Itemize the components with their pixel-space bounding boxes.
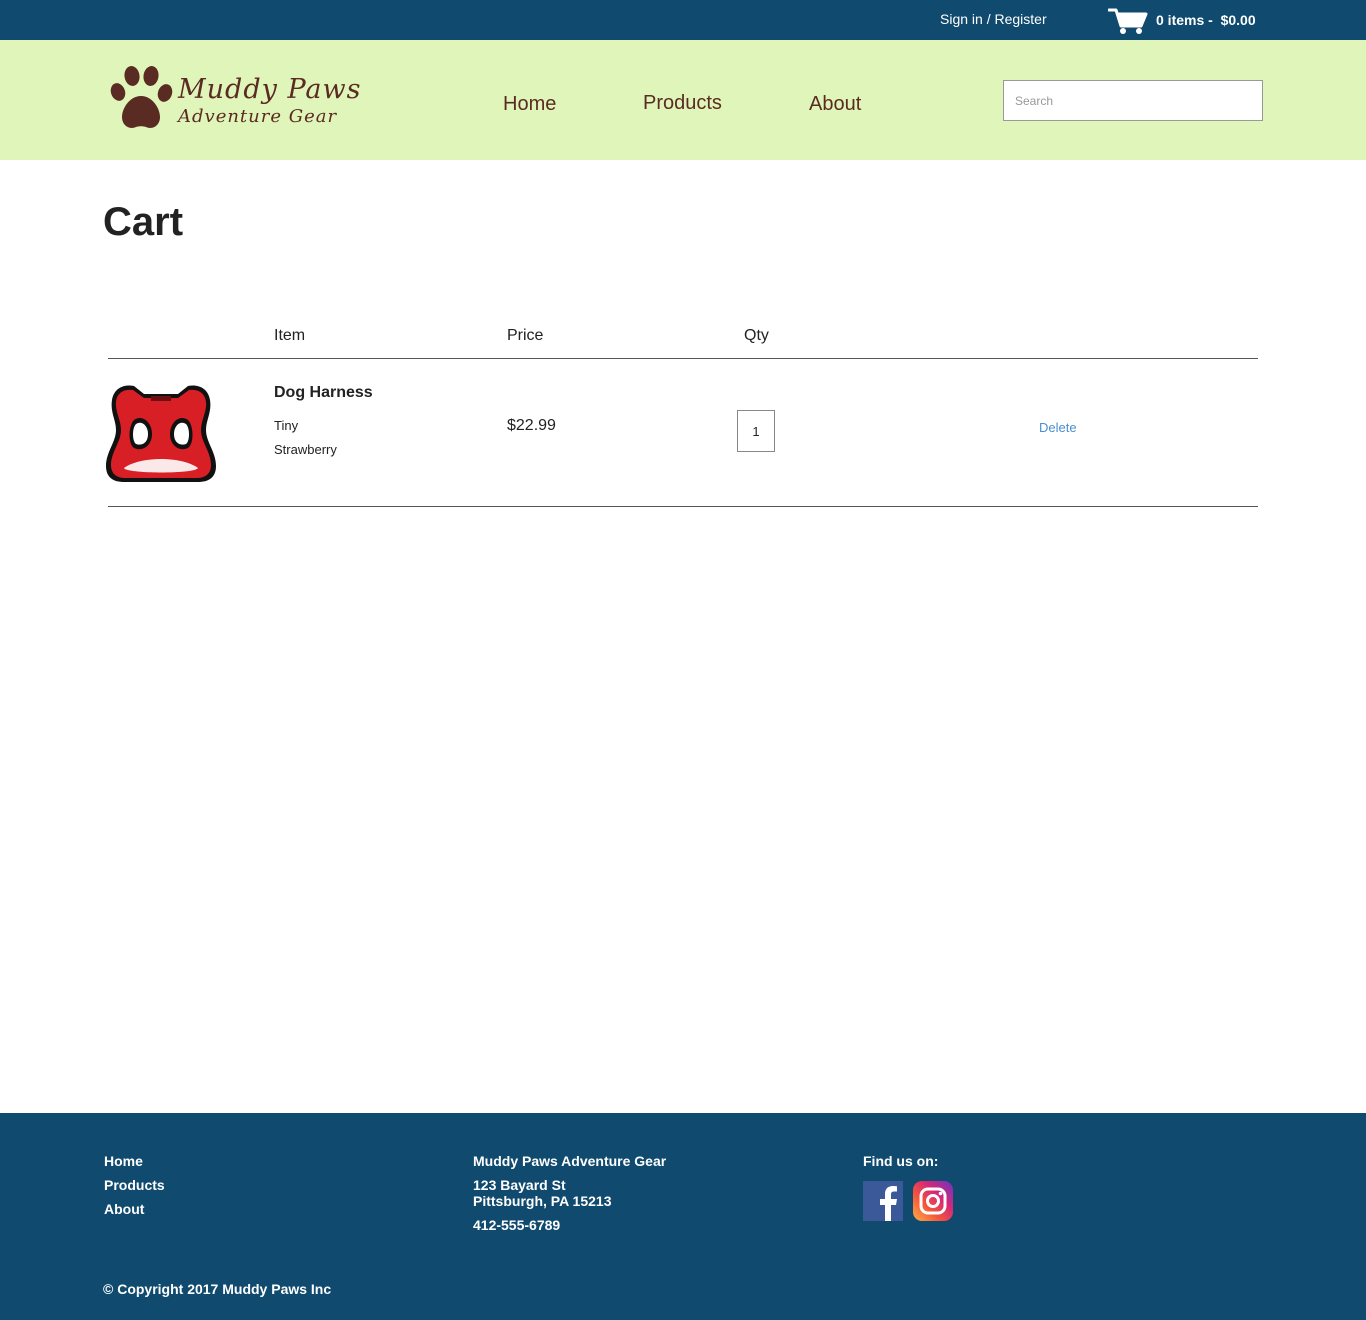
product-color: Strawberry [274, 442, 337, 457]
nav-products[interactable]: Products [643, 92, 722, 115]
footer-link-about[interactable]: About [104, 1201, 144, 1217]
product-name[interactable]: Dog Harness [274, 384, 373, 402]
delete-button[interactable]: Delete [1039, 420, 1077, 435]
column-header-item: Item [274, 327, 306, 344]
quantity-input[interactable] [737, 410, 775, 452]
dog-harness-image [106, 385, 216, 482]
cart-icon[interactable] [1108, 7, 1148, 35]
top-bar: Sign in / Register 0 items - $0.00 [0, 0, 1366, 40]
logo-subtitle: Adventure Gear [178, 106, 338, 127]
column-header-qty: Qty [744, 327, 769, 344]
product-size: Tiny [274, 418, 299, 433]
divider [108, 358, 1258, 359]
logo[interactable]: Muddy Paws Adventure Gear [108, 64, 368, 132]
footer-company-name: Muddy Paws Adventure Gear [473, 1153, 667, 1169]
page-title: Cart [103, 200, 184, 244]
site-footer: Home Products About Muddy Paws Adventure… [0, 1113, 1366, 1320]
search-input[interactable] [1003, 80, 1263, 121]
signin-register-link[interactable]: Sign in / Register [940, 11, 1047, 27]
nav-home[interactable]: Home [503, 93, 556, 116]
logo-title: Muddy Paws [178, 74, 362, 105]
divider [108, 506, 1258, 507]
column-header-price: Price [507, 327, 544, 344]
cart-summary[interactable]: 0 items - $0.00 [1156, 12, 1256, 28]
footer-phone: 412-555-6789 [473, 1217, 561, 1233]
footer-city: Pittsburgh, PA 15213 [473, 1193, 612, 1209]
footer-link-home[interactable]: Home [104, 1153, 143, 1169]
site-header: Muddy Paws Adventure Gear Home Products … [0, 40, 1366, 160]
paw-logo-icon [110, 66, 173, 128]
product-price: $22.99 [507, 417, 556, 434]
nav-about[interactable]: About [809, 93, 861, 116]
facebook-icon[interactable] [863, 1181, 903, 1221]
copyright-text: © Copyright 2017 Muddy Paws Inc [103, 1281, 332, 1297]
footer-link-products[interactable]: Products [104, 1177, 165, 1193]
footer-street: 123 Bayard St [473, 1177, 566, 1193]
find-us-label: Find us on: [863, 1153, 939, 1169]
instagram-icon[interactable] [913, 1181, 953, 1221]
